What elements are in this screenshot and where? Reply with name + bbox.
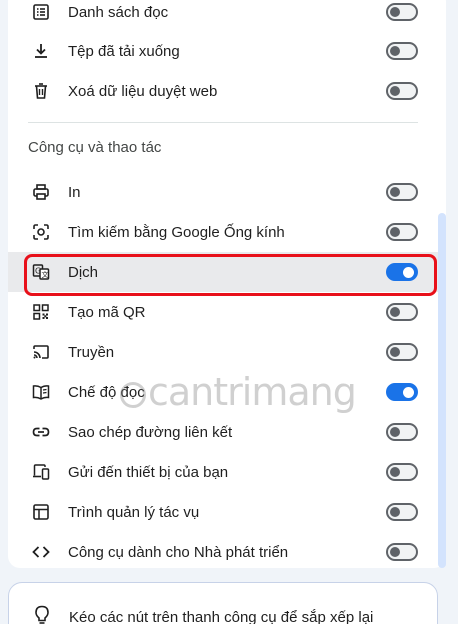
toggle-knob: [390, 467, 400, 477]
toggle-switch[interactable]: [386, 303, 418, 321]
printer-icon: [32, 183, 50, 201]
menu-item-label: Tìm kiếm bằng Google Ống kính: [68, 223, 285, 241]
toggle-knob: [390, 227, 400, 237]
toggle-knob: [390, 507, 400, 517]
toggle-knob: [390, 46, 400, 56]
reading-list-icon: [32, 3, 50, 21]
toggle-switch[interactable]: [386, 42, 418, 60]
toggle-knob: [403, 386, 414, 398]
toggle-knob: [390, 187, 400, 197]
menu-item-reader-mode[interactable]: Chế độ đọc: [8, 372, 446, 412]
menu-item-label: In: [68, 183, 81, 201]
toggle-switch[interactable]: [386, 423, 418, 441]
menu-item-label: Truyền: [68, 343, 115, 361]
section-title: Công cụ và thao tác: [28, 139, 162, 156]
qr-code-icon: [32, 303, 50, 321]
toggle-knob: [390, 427, 400, 437]
toggle-knob: [390, 7, 400, 17]
scrollbar[interactable]: [438, 213, 446, 568]
menu-item-google-lens[interactable]: Tìm kiếm bằng Google Ống kính: [8, 212, 446, 252]
toggle-switch[interactable]: [386, 82, 418, 100]
hint-text: Kéo các nút trên thanh công cụ để sắp xế…: [69, 609, 374, 624]
menu-item-reading-list[interactable]: Danh sách đọc: [8, 0, 446, 32]
toggle-switch[interactable]: [386, 503, 418, 521]
menu-item-qr-code[interactable]: Tạo mã QR: [8, 292, 446, 332]
menu-item-label: Sao chép đường liên kết: [68, 423, 233, 441]
toggle-switch[interactable]: [386, 3, 418, 21]
reader-mode-icon: [32, 383, 50, 401]
link-icon: [32, 423, 50, 441]
annotation-highlight-box: [24, 254, 437, 296]
menu-item-copy-link[interactable]: Sao chép đường liên kết: [8, 412, 446, 452]
google-lens-icon: [32, 223, 50, 241]
menu-item-label: Công cụ dành cho Nhà phát triển: [68, 543, 289, 561]
toggle-switch[interactable]: [386, 383, 418, 401]
menu-item-print[interactable]: In: [8, 172, 446, 212]
menu-item-clear-data[interactable]: Xoá dữ liệu duyệt web: [8, 71, 446, 111]
menu-item-downloads[interactable]: Tệp đã tải xuống: [8, 31, 446, 71]
menu-item-task-manager[interactable]: Trình quản lý tác vụ: [8, 492, 446, 532]
toggle-knob: [390, 86, 400, 96]
toggle-switch[interactable]: [386, 463, 418, 481]
menu-item-label: Trình quản lý tác vụ: [68, 503, 200, 521]
trash-icon: [32, 82, 50, 100]
toggle-switch[interactable]: [386, 543, 418, 561]
hint-card: Kéo các nút trên thanh công cụ để sắp xế…: [8, 582, 438, 624]
cast-icon: [32, 343, 50, 361]
menu-item-send-to-devices[interactable]: Gửi đến thiết bị của bạn: [8, 452, 446, 492]
toggle-knob: [390, 547, 400, 557]
download-icon: [32, 42, 50, 60]
menu-item-label: Tạo mã QR: [68, 303, 146, 321]
menu-item-label: Tệp đã tải xuống: [68, 42, 180, 60]
toggle-switch[interactable]: [386, 223, 418, 241]
devices-icon: [32, 463, 50, 481]
toggle-knob: [390, 347, 400, 357]
menu-item-label: Gửi đến thiết bị của bạn: [68, 463, 229, 481]
task-manager-icon: [32, 503, 50, 521]
menu-item-label: Danh sách đọc: [68, 3, 169, 21]
toggle-switch[interactable]: [386, 183, 418, 201]
menu-item-developer-tools[interactable]: Công cụ dành cho Nhà phát triển: [8, 532, 446, 572]
toggle-switch[interactable]: [386, 343, 418, 361]
menu-item-label: Xoá dữ liệu duyệt web: [68, 82, 218, 100]
menu-item-label: Chế độ đọc: [68, 383, 145, 401]
toggle-knob: [390, 307, 400, 317]
lightbulb-icon: [33, 605, 51, 624]
menu-item-cast[interactable]: Truyền: [8, 332, 446, 372]
code-icon: [32, 543, 50, 561]
section-divider: [28, 122, 418, 123]
